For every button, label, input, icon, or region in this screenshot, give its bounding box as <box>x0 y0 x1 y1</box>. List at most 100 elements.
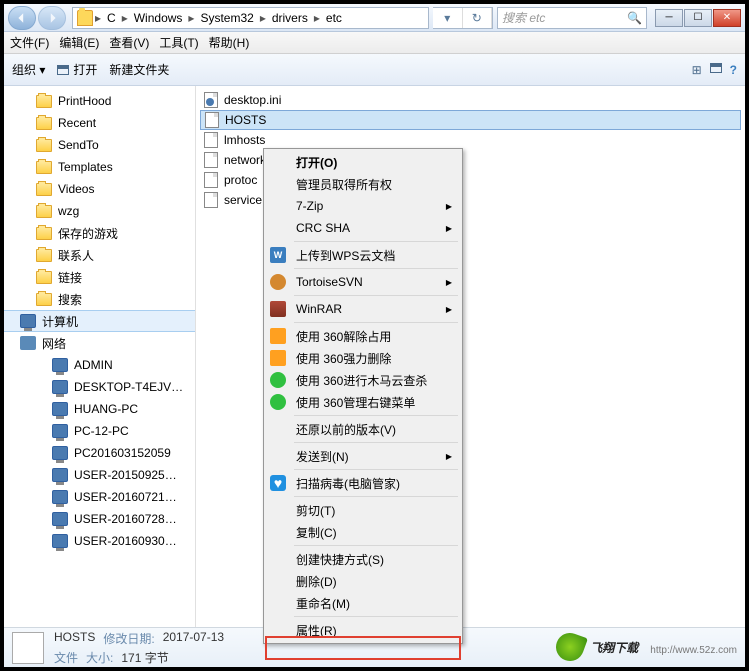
separator <box>294 295 458 296</box>
sidebar-item-links[interactable]: 链接 <box>4 266 195 288</box>
sidebar-item-wzg[interactable]: wzg <box>4 200 195 222</box>
search-input[interactable]: 搜索 etc 🔍 <box>497 7 647 29</box>
sidebar-item-templates[interactable]: Templates <box>4 156 195 178</box>
computer-icon <box>52 490 68 504</box>
separator <box>294 241 458 242</box>
cm-rename[interactable]: 重命名(M) <box>266 592 460 614</box>
file-icon <box>204 132 218 148</box>
breadcrumb-dropdown[interactable]: ▾ <box>433 8 463 28</box>
file-icon <box>204 152 218 168</box>
file-item-lmhosts[interactable]: lmhosts <box>200 130 741 150</box>
separator <box>294 442 458 443</box>
sidebar-network-item[interactable]: PC201603152059 <box>4 442 195 464</box>
sidebar-item-savedgames[interactable]: 保存的游戏 <box>4 222 195 244</box>
new-folder-button[interactable]: 新建文件夹 <box>109 61 169 78</box>
sidebar-item-network[interactable]: 网络 <box>4 332 195 354</box>
file-item-hosts[interactable]: HOSTS <box>200 110 741 130</box>
cm-previous-versions[interactable]: 还原以前的版本(V) <box>266 418 460 440</box>
wps-icon: W <box>270 247 286 263</box>
sidebar-item-computer[interactable]: 计算机 <box>4 310 195 332</box>
cm-7zip[interactable]: 7-Zip▶ <box>266 195 460 217</box>
sidebar-network-item[interactable]: USER-20150925… <box>4 464 195 486</box>
folder-icon <box>36 249 52 262</box>
sidebar-item-search[interactable]: 搜索 <box>4 288 195 310</box>
breadcrumb-item[interactable]: System32 <box>196 11 257 25</box>
open-button[interactable]: 打开 <box>57 61 97 78</box>
chevron-right-icon: ▸ <box>314 11 320 25</box>
sidebar-network-item[interactable]: USER-20160728… <box>4 508 195 530</box>
breadcrumb-item[interactable]: Windows <box>130 11 187 25</box>
cm-copy[interactable]: 复制(C) <box>266 521 460 543</box>
menu-edit[interactable]: 编辑(E) <box>59 34 99 51</box>
sidebar-item-contacts[interactable]: 联系人 <box>4 244 195 266</box>
separator <box>294 496 458 497</box>
sidebar-network-item[interactable]: USER-20160721… <box>4 486 195 508</box>
separator <box>294 268 458 269</box>
cm-wps-upload[interactable]: W上传到WPS云文档 <box>266 244 460 266</box>
context-menu: 打开(O) 管理员取得所有权 7-Zip▶ CRC SHA▶ W上传到WPS云文… <box>263 148 463 644</box>
computer-icon <box>52 424 68 438</box>
cm-delete[interactable]: 删除(D) <box>266 570 460 592</box>
leaf-icon <box>552 629 588 665</box>
refresh-button[interactable]: ↻ <box>463 8 493 28</box>
cm-admin-own[interactable]: 管理员取得所有权 <box>266 173 460 195</box>
folder-icon <box>36 161 52 174</box>
cm-properties[interactable]: 属性(R) <box>266 619 460 641</box>
menubar: 文件(F) 编辑(E) 查看(V) 工具(T) 帮助(H) <box>4 32 745 54</box>
sidebar-network-item[interactable]: PC-12-PC <box>4 420 195 442</box>
chevron-right-icon: ▶ <box>446 278 452 287</box>
breadcrumb[interactable]: ▸ C ▸ Windows ▸ System32 ▸ drivers ▸ etc <box>72 7 429 29</box>
cm-open[interactable]: 打开(O) <box>266 151 460 173</box>
cm-create-shortcut[interactable]: 创建快捷方式(S) <box>266 548 460 570</box>
breadcrumb-item[interactable]: C <box>103 11 120 25</box>
cm-cut[interactable]: 剪切(T) <box>266 499 460 521</box>
file-icon <box>204 172 218 188</box>
cm-360-manage-menu[interactable]: 使用 360管理右键菜单 <box>266 391 460 413</box>
menu-tools[interactable]: 工具(T) <box>159 34 198 51</box>
cm-360-trojan-scan[interactable]: 使用 360进行木马云查杀 <box>266 369 460 391</box>
menu-view[interactable]: 查看(V) <box>109 34 149 51</box>
organize-button[interactable]: 组织 ▾ <box>12 61 45 78</box>
sidebar-network-item[interactable]: HUANG-PC <box>4 398 195 420</box>
help-button[interactable]: ? <box>730 63 737 77</box>
sidebar-network-item[interactable]: ADMIN <box>4 354 195 376</box>
sidebar-network-item[interactable]: DESKTOP-T4EJV… <box>4 376 195 398</box>
folder-icon <box>36 293 52 306</box>
breadcrumb-item[interactable]: etc <box>322 11 346 25</box>
nav-forward-button[interactable] <box>38 6 66 30</box>
cm-crcsha[interactable]: CRC SHA▶ <box>266 217 460 239</box>
close-button[interactable]: ✕ <box>713 9 741 27</box>
status-filename: HOSTS <box>54 630 95 647</box>
minimize-button[interactable]: ─ <box>655 9 683 27</box>
sidebar-network-item[interactable]: USER-20160930… <box>4 530 195 552</box>
sidebar-item-sendto[interactable]: SendTo <box>4 134 195 156</box>
breadcrumb-item[interactable]: drivers <box>268 11 312 25</box>
computer-icon <box>52 446 68 460</box>
cm-winrar[interactable]: WinRAR▶ <box>266 298 460 320</box>
menu-file[interactable]: 文件(F) <box>10 34 49 51</box>
sidebar-item-videos[interactable]: Videos <box>4 178 195 200</box>
sidebar-item-printhood[interactable]: PrintHood <box>4 90 195 112</box>
cm-360-unlock[interactable]: 使用 360解除占用 <box>266 325 460 347</box>
maximize-button[interactable]: ☐ <box>684 9 712 27</box>
network-icon <box>20 336 36 350</box>
window-icon <box>57 65 69 75</box>
preview-pane-button[interactable] <box>710 63 722 73</box>
sidebar-item-recent[interactable]: Recent <box>4 112 195 134</box>
cm-send-to[interactable]: 发送到(N)▶ <box>266 445 460 467</box>
winrar-icon <box>270 301 286 317</box>
file-item-desktop-ini[interactable]: desktop.ini <box>200 90 741 110</box>
folder-icon <box>36 139 52 152</box>
360-icon <box>270 372 286 388</box>
watermark-url: http://www.52z.com <box>650 645 737 656</box>
menu-help[interactable]: 帮助(H) <box>209 34 250 51</box>
360-icon <box>270 328 286 344</box>
cm-360-force-del[interactable]: 使用 360强力删除 <box>266 347 460 369</box>
360-icon <box>270 350 286 366</box>
view-mode-button[interactable]: ⊞ <box>692 63 702 77</box>
nav-back-button[interactable] <box>8 6 36 30</box>
file-icon <box>204 92 218 108</box>
file-thumbnail <box>12 632 44 664</box>
cm-tortoisesvn[interactable]: TortoiseSVN▶ <box>266 271 460 293</box>
cm-qq-scan[interactable]: ♥扫描病毒(电脑管家) <box>266 472 460 494</box>
